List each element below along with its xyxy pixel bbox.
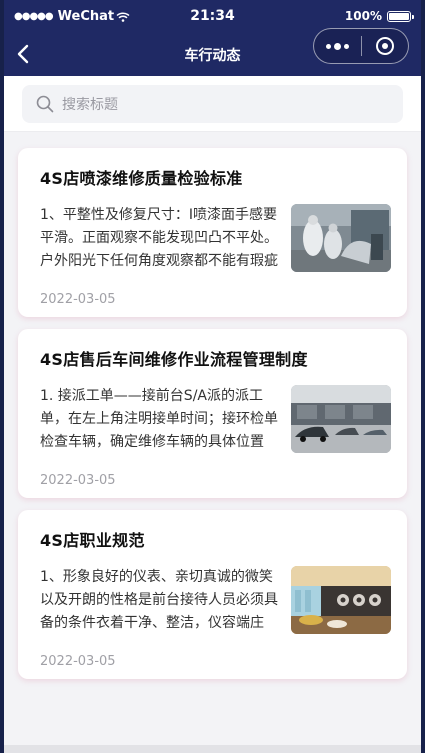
article-card[interactable]: 4S店喷漆维修质量检验标准 1、平整性及修复尺寸：Ⅰ喷漆面手感要平滑。正面观察不… (18, 148, 407, 317)
article-card[interactable]: 4S店职业规范 1、形象良好的仪表、亲切真诚的微笑以及开朗的性格是前台接待人员必… (18, 510, 407, 679)
more-menu-button[interactable] (314, 29, 361, 63)
search-placeholder: 搜索标题 (62, 97, 118, 113)
article-title: 4S店售后车间维修作业流程管理制度 (40, 350, 308, 369)
header: ●●●●● WeChat 21:34 100% 车行动态 (4, 0, 421, 76)
article-excerpt: 1、平整性及修复尺寸：Ⅰ喷漆面手感要平滑。正面观察不能发现凹凸不平处。户外阳光下… (40, 207, 278, 269)
battery-percent: 100% (344, 9, 382, 23)
article-thumbnail (291, 385, 391, 453)
article-thumbnail (291, 204, 391, 272)
article-date: 2022-03-05 (40, 473, 116, 488)
battery-icon (387, 10, 414, 22)
search-input[interactable]: 搜索标题 (22, 85, 403, 123)
service-workshop-photo-icon (291, 385, 391, 453)
article-excerpt: 1. 接派工单——接前台S/A派的派工单，在左上角注明接单时间；接环检单检查车辆… (40, 388, 278, 450)
article-body: 1. 接派工单——接前台S/A派的派工单，在左上角注明接单时间；接环检单检查车辆… (40, 385, 391, 454)
target-icon (375, 37, 394, 55)
more-dot-icon (333, 42, 341, 50)
article-thumbnail (291, 566, 391, 634)
phone-screen: ●●●●● WeChat 21:34 100% 车行动态 搜索标题 4S店喷漆维… (0, 0, 425, 753)
mini-program-capsule (313, 28, 409, 64)
article-title: 4S店职业规范 (40, 531, 145, 550)
search-icon (36, 95, 54, 113)
article-excerpt: 1、形象良好的仪表、亲切真诚的微笑以及开朗的性格是前台接待人员必须具备的条件衣着… (40, 569, 278, 631)
nav-bar: 车行动态 (4, 28, 421, 76)
paint-workshop-photo-icon (291, 204, 391, 272)
close-mini-program-button[interactable] (361, 29, 408, 63)
article-date: 2022-03-05 (40, 292, 116, 307)
article-date: 2022-03-05 (40, 654, 116, 669)
more-dot-icon (325, 43, 331, 49)
article-body: 1、平整性及修复尺寸：Ⅰ喷漆面手感要平滑。正面观察不能发现凹凸不平处。户外阳光下… (40, 204, 391, 273)
article-card[interactable]: 4S店售后车间维修作业流程管理制度 1. 接派工单——接前台S/A派的派工单，在… (18, 329, 407, 498)
article-body: 1、形象良好的仪表、亲切真诚的微笑以及开朗的性格是前台接待人员必须具备的条件衣着… (40, 566, 391, 635)
more-dot-icon (343, 43, 349, 49)
bottom-edge (4, 745, 421, 753)
showroom-photo-icon (291, 566, 391, 634)
article-list: 4S店喷漆维修质量检验标准 1、平整性及修复尺寸：Ⅰ喷漆面手感要平滑。正面观察不… (4, 132, 421, 679)
article-title: 4S店喷漆维修质量检验标准 (40, 169, 243, 188)
battery-info: 100% (344, 9, 414, 23)
search-section: 搜索标题 (4, 76, 421, 132)
